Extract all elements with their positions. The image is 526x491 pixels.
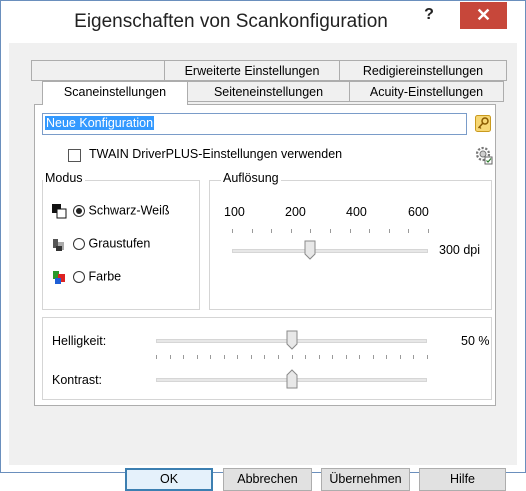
tab-acuity-einstellungen[interactable]: Acuity-Einstellungen [349, 81, 504, 102]
mode-option-farbe[interactable]: Farbe [51, 269, 121, 287]
resolution-tick [330, 229, 331, 233]
tab-redigiereinstellungen[interactable]: Redigiereinstellungen [339, 60, 507, 81]
grayscale-icon [53, 239, 64, 251]
resolution-tick [349, 229, 351, 233]
brightness-tick [359, 355, 361, 359]
key-icon[interactable] [475, 115, 491, 132]
resolution-scale-400: 400 [346, 205, 367, 219]
brightness-tick [345, 355, 347, 359]
contrast-label: Kontrast: [52, 373, 103, 387]
window-title: Eigenschaften von Scankonfiguration [74, 11, 388, 32]
mode-group-title: Modus [43, 171, 85, 185]
brightness-tick [264, 355, 266, 359]
resolution-value: 300 dpi [439, 243, 481, 257]
title-bar[interactable]: Eigenschaften von Scankonfiguration ? ✕ [1, 1, 525, 43]
tab-erweiterte-einstellungen[interactable]: Erweiterte Einstellungen [164, 60, 340, 81]
radio-graustufen[interactable] [73, 238, 85, 250]
brightness-tick [413, 355, 415, 359]
radio-schwarz-weiss[interactable] [73, 205, 85, 217]
brightness-tick [210, 355, 212, 359]
brightness-value: 50 % [461, 334, 490, 348]
color-icon [53, 271, 65, 284]
resolution-tick [388, 229, 390, 233]
resolution-tick [290, 229, 292, 233]
brightness-tick [250, 355, 252, 359]
twain-checkbox[interactable] [68, 149, 81, 162]
brightness-tick [169, 355, 171, 359]
apply-button[interactable]: Übernehmen [321, 468, 410, 491]
resolution-tick [369, 229, 371, 233]
tab-scaneinstellungen[interactable]: Scaneinstellungen [42, 81, 188, 105]
help-title-button[interactable]: ? [411, 3, 447, 29]
help-button[interactable]: Hilfe [419, 468, 506, 491]
brightness-tick [156, 355, 157, 359]
brightness-tick [305, 355, 307, 359]
brightness-tick [183, 355, 185, 359]
resolution-tick [271, 229, 273, 233]
black-white-icon [52, 204, 67, 219]
dialog-body: Erweiterte Einstellungen Redigiereinstel… [9, 43, 517, 491]
mode-option-graustufen[interactable]: Graustufen [51, 236, 150, 254]
resolution-slider-thumb[interactable] [304, 240, 316, 260]
resolution-group-title: Auflösung [221, 171, 281, 185]
cancel-button[interactable]: Abbrechen [223, 468, 312, 491]
resolution-tick [232, 229, 233, 233]
tab-seiteneinstellungen[interactable]: Seiteneinstellungen [187, 81, 350, 102]
gear-icon[interactable] [475, 145, 493, 165]
config-name-text: Neue Konfiguration [45, 116, 155, 130]
brightness-tick [318, 355, 320, 359]
radio-farbe[interactable] [73, 271, 85, 283]
mode-label-schwarz-weiss: Schwarz-Weiß [88, 203, 170, 218]
brightness-tick [223, 355, 225, 359]
mode-label-farbe: Farbe [88, 269, 122, 284]
brightness-tick [196, 355, 198, 359]
config-name-input[interactable]: Neue Konfiguration [42, 113, 467, 135]
ok-button[interactable]: OK [125, 468, 213, 491]
tab-blank-left[interactable] [31, 60, 165, 81]
contrast-slider-thumb[interactable] [286, 369, 298, 389]
brightness-tick [399, 355, 401, 359]
close-button[interactable]: ✕ [460, 2, 507, 29]
brightness-tick [237, 355, 239, 359]
resolution-tick [428, 229, 429, 233]
resolution-tick [251, 229, 253, 233]
brightness-contrast-group [42, 317, 492, 400]
properties-window: Eigenschaften von Scankonfiguration ? ✕ … [0, 0, 526, 491]
resolution-scale-200: 200 [285, 205, 306, 219]
brightness-tick [291, 355, 293, 359]
resolution-slider-track[interactable] [232, 249, 428, 253]
mode-label-graustufen: Graustufen [88, 236, 151, 251]
scan-settings-panel: Neue Konfiguration TWAIN DriverPLUS-Eins… [34, 104, 496, 406]
brightness-tick [386, 355, 388, 359]
mode-option-schwarz-weiss[interactable]: Schwarz-Weiß [51, 203, 170, 221]
brightness-tick [427, 355, 428, 359]
resolution-scale-600: 600 [408, 205, 429, 219]
brightness-label: Helligkeit: [52, 334, 107, 348]
brightness-slider-thumb[interactable] [286, 330, 298, 350]
twain-checkbox-label: TWAIN DriverPLUS-Einstellungen verwenden [89, 147, 343, 161]
brightness-tick [372, 355, 374, 359]
resolution-tick [310, 229, 312, 233]
resolution-tick [408, 229, 410, 233]
brightness-tick [332, 355, 334, 359]
resolution-scale-100: 100 [224, 205, 245, 219]
brightness-tick [277, 355, 279, 359]
